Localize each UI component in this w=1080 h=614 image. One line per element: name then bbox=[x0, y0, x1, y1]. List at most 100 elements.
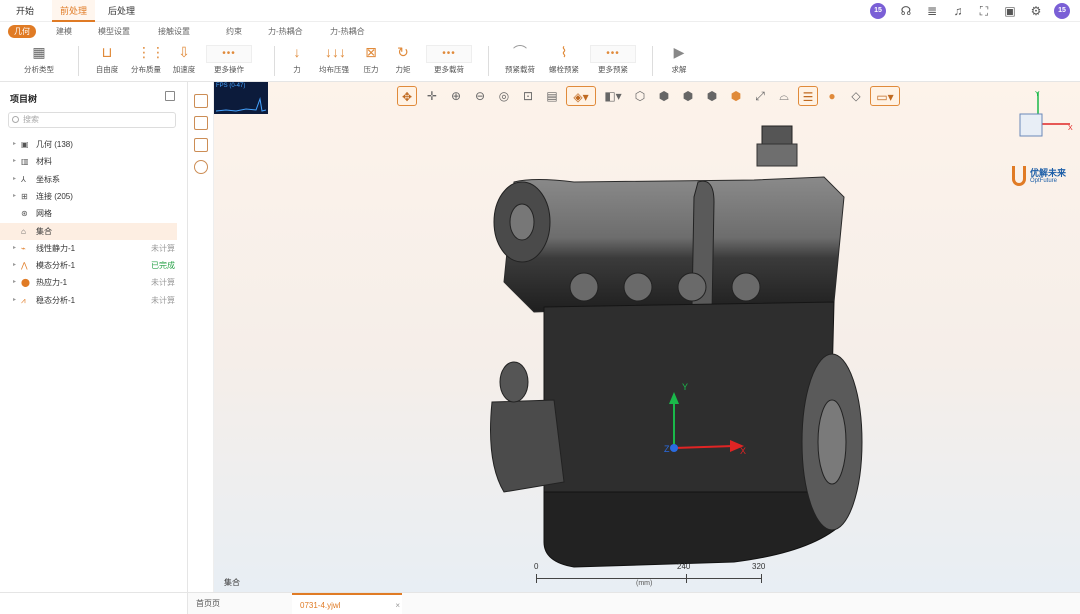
force-button[interactable]: ↓ 力 bbox=[288, 43, 306, 79]
expand-arrow-icon[interactable]: ▸ bbox=[13, 274, 16, 291]
svg-text:X: X bbox=[1068, 125, 1073, 132]
document-tab-label: 0731-4.yjwl bbox=[300, 601, 341, 610]
document-icon[interactable] bbox=[194, 138, 208, 152]
edit-icon[interactable] bbox=[194, 94, 208, 108]
subtab-model-settings[interactable]: 模型设置 bbox=[98, 25, 130, 38]
bolt-preload-label: 螺栓预紧 bbox=[549, 65, 579, 74]
acceleration-button[interactable]: ⇩ 加速度 bbox=[170, 43, 198, 79]
analysis-type-label: 分析类型 bbox=[24, 65, 54, 74]
distributed-mass-button[interactable]: ⋮⋮ 分布质量 bbox=[128, 43, 165, 79]
subtab-geometry[interactable]: 几何 bbox=[8, 25, 36, 38]
force-label: 力 bbox=[293, 65, 301, 74]
tree-item-status: 未计算 bbox=[151, 278, 175, 288]
menu-bar: 开始 前处理 后处理 15 ☊ ≣ ♫ ⛶ ▣ ⚙ 15 bbox=[0, 0, 1080, 22]
expand-arrow-icon[interactable]: ▸ bbox=[13, 153, 16, 170]
gear-icon[interactable]: ⚙ bbox=[1028, 3, 1044, 19]
collapse-panel-icon[interactable] bbox=[165, 91, 175, 101]
tree-item-label: 几何 (138) bbox=[36, 140, 73, 149]
subtab-thermal-coupling-2[interactable]: 力-热耦合 bbox=[330, 25, 365, 38]
tree-item[interactable]: ▸ ▥ 材料 bbox=[0, 153, 177, 170]
tree-item[interactable]: ▸ ⬤ 热应力-1 未计算 bbox=[0, 274, 177, 291]
tree-item[interactable]: ⊛ 网格 bbox=[0, 205, 177, 222]
expand-arrow-icon[interactable]: ▸ bbox=[13, 136, 16, 153]
pressure-label: 压力 bbox=[363, 65, 379, 74]
menu-tab-start[interactable]: 开始 bbox=[8, 0, 42, 22]
more-preload-button[interactable]: ••• 更多预紧 bbox=[590, 43, 636, 79]
analysis-type-icon: ▦ bbox=[32, 44, 46, 60]
preload-label: 预紧载荷 bbox=[505, 65, 535, 74]
axis-icon: ⅄ bbox=[21, 174, 26, 184]
user-avatar[interactable]: 15 bbox=[870, 3, 886, 19]
subtab-thermal-coupling[interactable]: 力-热耦合 bbox=[268, 25, 303, 38]
expand-arrow-icon[interactable]: ▸ bbox=[13, 188, 16, 205]
scale-label-0: 0 bbox=[534, 562, 539, 571]
list-icon[interactable] bbox=[194, 116, 208, 130]
brand-logo: 优解未来 OptFuture bbox=[1012, 166, 1078, 188]
menu-tab-preprocess[interactable]: 前处理 bbox=[52, 0, 96, 22]
scale-tick bbox=[686, 574, 687, 583]
user-avatar-2[interactable]: 15 bbox=[1054, 3, 1070, 19]
bolt-spring-icon: ⌇ bbox=[560, 44, 568, 60]
fullscreen-icon[interactable]: ⛶ bbox=[976, 3, 992, 19]
3d-viewport[interactable]: FPS (0-47) ✥ ✛ ⊕ ⊖ ◎ ⊡ ▤ ◈▾ ◧▾ ⬡ ⬢ ⬢ ⬢ ⬢… bbox=[214, 82, 1080, 592]
tree-item[interactable]: ▸ ⋀ 模态分析-1 已完成 bbox=[0, 257, 177, 274]
menu-list-icon[interactable]: ≣ bbox=[924, 3, 940, 19]
tree-item-label: 材料 bbox=[36, 157, 52, 167]
scale-tick bbox=[536, 574, 537, 583]
expand-arrow-icon[interactable]: ▸ bbox=[13, 171, 16, 188]
acceleration-icon: ⇩ bbox=[178, 44, 190, 60]
svg-text:Y: Y bbox=[1035, 91, 1040, 98]
headset-icon[interactable]: ☊ bbox=[898, 3, 914, 19]
tree-item-status: 未计算 bbox=[151, 295, 175, 305]
tree-item-status: 已完成 bbox=[151, 261, 175, 271]
document-tab-bar: 首页页 0731-4.yjwl × bbox=[188, 592, 1080, 614]
screenshot-icon[interactable]: ▣ bbox=[1002, 3, 1018, 19]
tree-item-label: 连接 (205) bbox=[36, 191, 73, 201]
pressure-button[interactable]: ⊠ 压力 bbox=[360, 43, 382, 79]
bell-icon[interactable]: ♫ bbox=[950, 3, 966, 19]
dof-button[interactable]: ⊔ 自由度 bbox=[92, 43, 122, 79]
more-dots-icon: ••• bbox=[426, 45, 472, 63]
tree-item[interactable]: ▸ ⅄ 坐标系 bbox=[0, 171, 177, 188]
more-operations-button[interactable]: ••• 更多操作 bbox=[206, 43, 252, 79]
tree-item[interactable]: ▸ ⊞ 连接 (205) bbox=[0, 188, 177, 205]
moment-button[interactable]: ↻ 力矩 bbox=[392, 43, 414, 79]
connection-icon: ⊞ bbox=[21, 191, 28, 201]
scale-unit: (mm) bbox=[636, 580, 653, 587]
search-icon bbox=[12, 116, 19, 123]
subtab-constraint[interactable]: 约束 bbox=[226, 25, 242, 38]
dof-icon: ⊔ bbox=[101, 44, 113, 60]
orientation-cube[interactable]: Y X bbox=[1018, 88, 1074, 148]
distributed-mass-label: 分布质量 bbox=[131, 65, 161, 74]
preload-button[interactable]: ⌒ 预紧载荷 bbox=[502, 43, 538, 79]
search-input[interactable]: 搜索 bbox=[8, 112, 176, 128]
ribbon-toolbar: ▦ 分析类型 ⊔ 自由度 ⋮⋮ 分布质量 ⇩ 加速度 ••• 更多操作 ↓ 力 … bbox=[0, 40, 1080, 82]
expand-arrow-icon[interactable]: ▸ bbox=[13, 240, 16, 257]
tree-item[interactable]: ▸ ⩘ 稳态分析-1 未计算 bbox=[0, 292, 177, 309]
tree-item-label: 集合 bbox=[36, 226, 52, 236]
tree-item[interactable]: ▸ ⌁ 线性静力-1 未计算 bbox=[0, 240, 177, 257]
solve-button[interactable]: ▶ 求解 bbox=[668, 43, 690, 79]
menu-tab-postprocess[interactable]: 后处理 bbox=[100, 0, 143, 22]
close-icon[interactable]: × bbox=[395, 595, 400, 614]
subtab-modeling[interactable]: 建模 bbox=[56, 25, 72, 38]
subtab-contact-settings[interactable]: 接触设置 bbox=[158, 25, 190, 38]
expand-arrow-icon[interactable]: ▸ bbox=[13, 292, 16, 309]
svg-text:Y: Y bbox=[682, 382, 688, 392]
logo-subtext: OptFuture bbox=[1030, 178, 1058, 184]
more-loads-button[interactable]: ••• 更多载荷 bbox=[426, 43, 472, 79]
tree-item-label: 坐标系 bbox=[36, 174, 60, 184]
left-bottom-bar bbox=[0, 592, 188, 614]
solve-label: 求解 bbox=[671, 65, 687, 74]
analysis-type-button[interactable]: ▦ 分析类型 bbox=[16, 43, 62, 79]
link-icon[interactable] bbox=[194, 160, 208, 174]
tree-item[interactable]: ⌂ 集合 bbox=[0, 222, 177, 240]
project-tree-panel: 项目树 搜索 ▸ ▣ 几何 (138) ▸ ▥ 材料 ▸ ⅄ 坐标系 ▸ ⊞ 连接 (205) ⊛ 网格 ⌂… bbox=[0, 82, 188, 592]
bolt-preload-button[interactable]: ⌇ 螺栓预紧 bbox=[546, 43, 582, 79]
document-tab[interactable]: 0731-4.yjwl × bbox=[292, 593, 402, 614]
home-tab[interactable]: 首页页 bbox=[188, 593, 228, 614]
expand-arrow-icon[interactable]: ▸ bbox=[13, 257, 16, 274]
uniform-pressure-button[interactable]: ↓↓↓ 均布压强 bbox=[316, 43, 352, 79]
viewport-status-label: 集合 bbox=[224, 578, 240, 587]
tree-item[interactable]: ▸ ▣ 几何 (138) bbox=[0, 136, 177, 153]
